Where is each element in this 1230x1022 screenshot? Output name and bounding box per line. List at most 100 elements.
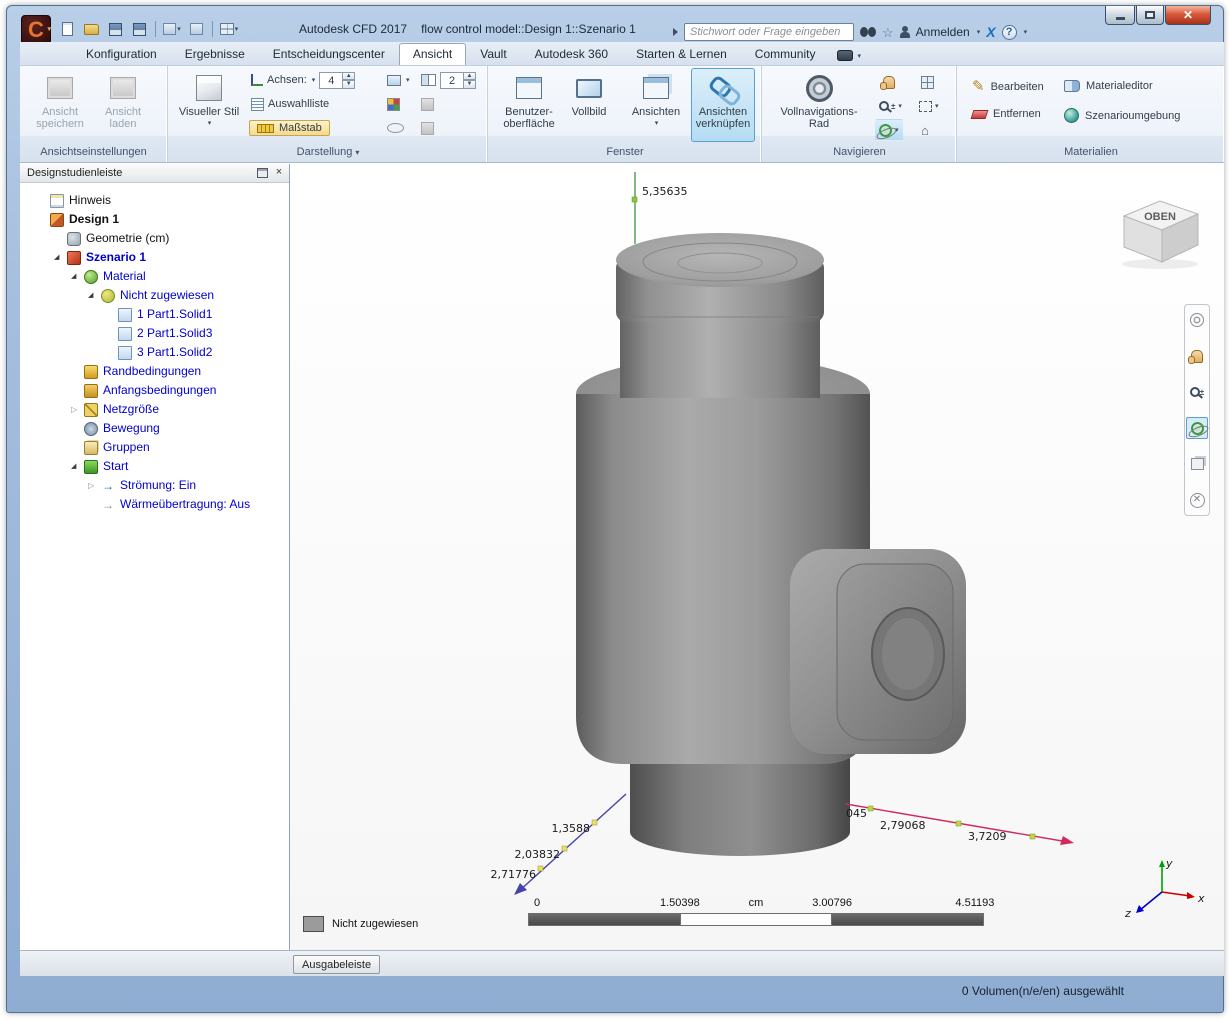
dropdown-arrow-icon[interactable]: ▾ [898, 102, 902, 110]
new-file-button[interactable] [57, 19, 77, 39]
graphics-viewport[interactable]: 5,35635 045 2,79068 3,7209 1,3588 2,0383… [290, 164, 1224, 950]
tab-autodesk-360[interactable]: Autodesk 360 [521, 43, 622, 65]
tree-item-label[interactable]: Netzgröße [103, 402, 159, 417]
outline-button[interactable] [387, 118, 404, 138]
fit-view-button[interactable] [1186, 309, 1208, 331]
user-interface-button[interactable]: Benutzer- oberfläche [499, 68, 559, 142]
save-view-button[interactable]: Ansicht speichern [30, 68, 90, 142]
tab-starten-lernen[interactable]: Starten & Lernen [622, 43, 741, 65]
favorites-star-icon[interactable]: ☆ [882, 26, 894, 39]
tree-item-nicht-zugewiesen[interactable]: ◢ Nicht zugewiesen [20, 286, 289, 305]
mirror-button[interactable] [421, 118, 434, 138]
tree-item-label[interactable]: 1 Part1.Solid1 [137, 307, 212, 322]
appearance-button[interactable] [387, 94, 400, 114]
output-bar-button[interactable]: Ausgabeleiste [293, 955, 381, 974]
app-logo-icon[interactable]: C ▾ [21, 15, 51, 45]
tree-item-szenario-1[interactable]: ◢ Szenario 1 [20, 248, 289, 267]
dropdown-arrow-icon[interactable]: ▾ [1024, 28, 1028, 36]
viewport-count-value[interactable]: 2 [440, 71, 464, 89]
tab-entscheidungscenter[interactable]: Entscheidungscenter [259, 43, 399, 65]
zoom-button[interactable]: ± ▾ [875, 95, 906, 117]
tab-konfiguration[interactable]: Konfiguration [72, 43, 171, 65]
sign-in-link[interactable]: Anmelden [916, 25, 970, 39]
copy-image-button[interactable] [421, 94, 434, 114]
spin-down-icon[interactable] [464, 80, 476, 89]
load-view-button[interactable]: Ansicht laden [96, 68, 150, 142]
collapse-search-icon[interactable] [673, 28, 678, 36]
home-view-button[interactable] [917, 119, 933, 141]
visual-style-button[interactable]: Visueller Stil ▾ [177, 68, 241, 142]
open-file-button[interactable] [81, 19, 101, 39]
axes-spinner[interactable]: 4 [319, 71, 356, 89]
dropdown-arrow-icon[interactable]: ▾ [977, 28, 981, 36]
fullscreen-button[interactable]: Vollbild [563, 68, 615, 142]
tree-item-label[interactable]: Anfangsbedingungen [103, 383, 216, 398]
panel-expand-icon[interactable] [352, 146, 359, 158]
tree-item-gruppen[interactable]: Gruppen [20, 438, 289, 457]
tab-ergebnisse[interactable]: Ergebnisse [171, 43, 259, 65]
table-button[interactable]: ▾ [219, 19, 239, 39]
selection-list-button[interactable]: Auswahlliste [251, 94, 329, 114]
tree-item-part1-solid3[interactable]: 2 Part1.Solid3 [20, 324, 289, 343]
float-panel-icon[interactable] [257, 168, 268, 178]
search-binoculars-icon[interactable] [860, 27, 876, 37]
display-mode-button[interactable]: ▾ [387, 70, 410, 90]
viewport-count-spinner[interactable]: 2 [440, 71, 476, 89]
save-as-button[interactable] [129, 19, 149, 39]
tree-item-design-1[interactable]: Design 1 [20, 210, 289, 229]
media-dropdown-button[interactable]: ▾ [837, 50, 861, 61]
axes-value[interactable]: 4 [319, 71, 344, 89]
pan-tool-button[interactable] [1186, 345, 1208, 367]
dropdown-arrow-icon[interactable]: ▾ [312, 76, 316, 84]
view-cube[interactable]: OBEN [1110, 184, 1206, 273]
collapse-icon[interactable]: ◢ [71, 460, 84, 473]
close-button[interactable]: ✕ [1165, 6, 1211, 25]
clone-button[interactable] [186, 19, 206, 39]
viewcube-button[interactable] [917, 71, 938, 93]
tree-item-label[interactable]: 2 Part1.Solid3 [137, 326, 212, 341]
save-button[interactable] [105, 19, 125, 39]
expand-icon[interactable]: ▷ [88, 479, 101, 492]
tree-item-waermeuebertragung[interactable]: Wärmeübertragung: Aus [20, 495, 289, 514]
tree-item-label[interactable]: Start [103, 459, 128, 474]
tree-item-netzgroesse[interactable]: ▷ Netzgröße [20, 400, 289, 419]
viewport-layout-control[interactable]: 2 [421, 70, 476, 90]
maximize-button[interactable] [1136, 6, 1164, 25]
group-label[interactable]: Darstellung [169, 145, 487, 161]
views-button[interactable]: Ansichten ▾ [627, 68, 685, 142]
remove-material-button[interactable]: Entfernen [970, 108, 1041, 120]
collapse-icon[interactable]: ◢ [54, 251, 67, 264]
tree-item-label[interactable]: Nicht zugewiesen [120, 288, 214, 303]
collapse-icon[interactable]: ◢ [71, 270, 84, 283]
spin-down-icon[interactable] [343, 80, 356, 89]
tree-item-label[interactable]: Bewegung [103, 421, 160, 436]
spin-up-icon[interactable] [343, 71, 356, 80]
tree-item-label[interactable]: Material [103, 269, 146, 284]
model-canvas[interactable]: 5,35635 045 2,79068 3,7209 1,3588 2,0383… [290, 164, 1224, 950]
tree-item-label[interactable]: Hinweis [69, 193, 111, 208]
navigation-wheel-button[interactable]: Vollnavigations- Rad [775, 68, 863, 142]
close-panel-icon[interactable] [273, 167, 285, 179]
minimize-button[interactable] [1105, 6, 1135, 25]
tree-item-label[interactable]: Gruppen [103, 440, 150, 455]
search-input[interactable] [684, 23, 854, 41]
tree-item-material[interactable]: ◢ Material [20, 267, 289, 286]
edit-material-button[interactable]: Bearbeiten [972, 80, 1044, 94]
center-tool-button[interactable] [1186, 489, 1208, 511]
scale-toggle-button[interactable]: Maßstab [249, 118, 330, 138]
orbit-tool-button[interactable] [1186, 417, 1208, 439]
dropdown-arrow-icon[interactable]: ▾ [406, 76, 410, 84]
capture-button[interactable]: ▾ [162, 19, 182, 39]
pan-button[interactable] [879, 71, 899, 93]
tree-item-stroemung[interactable]: ▷ Strömung: Ein [20, 476, 289, 495]
valve-model[interactable] [576, 233, 966, 856]
dropdown-arrow-icon[interactable]: ▾ [935, 102, 939, 110]
tab-vault[interactable]: Vault [466, 43, 520, 65]
tree-item-randbedingungen[interactable]: Randbedingungen [20, 362, 289, 381]
exchange-apps-icon[interactable]: X [986, 24, 995, 40]
zoom-window-button[interactable]: ▾ [915, 95, 943, 117]
expand-icon[interactable]: ▷ [71, 403, 84, 416]
tree-item-label[interactable]: Geometrie (cm) [86, 231, 169, 246]
help-icon[interactable]: ? [1001, 24, 1017, 40]
tree-item-geometrie[interactable]: Geometrie (cm) [20, 229, 289, 248]
